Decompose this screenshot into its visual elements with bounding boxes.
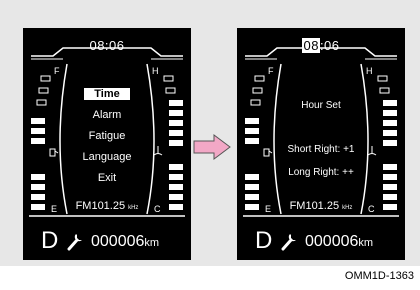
clock: 08:06 bbox=[89, 38, 125, 53]
clock: 08:06 bbox=[237, 38, 405, 53]
menu-item-fatigue[interactable]: Fatigue bbox=[23, 126, 191, 147]
figure-panel: 08:06 F E H C Time Alarm Fatigue Languag… bbox=[0, 0, 420, 266]
temp-hot-label: H bbox=[366, 66, 373, 76]
clock-hour-highlighted: 08 bbox=[302, 38, 320, 53]
fuel-full-label: F bbox=[268, 66, 274, 76]
menu-item-exit[interactable]: Exit bbox=[23, 168, 191, 189]
temp-hot-label: H bbox=[152, 66, 159, 76]
menu-item-alarm[interactable]: Alarm bbox=[23, 105, 191, 126]
settings-menu: Time Alarm Fatigue Language Exit bbox=[23, 84, 191, 189]
long-right-instruction: Long Right: ++ bbox=[288, 167, 354, 178]
menu-item-time[interactable]: Time bbox=[23, 84, 191, 105]
figure-code: OMM1D-1363 bbox=[344, 270, 414, 282]
fuel-full-label: F bbox=[54, 66, 60, 76]
right-arrow-icon bbox=[193, 134, 231, 160]
clock-minutes: :06 bbox=[319, 38, 340, 53]
cluster-display-menu: 08:06 F E H C Time Alarm Fatigue Languag… bbox=[23, 28, 191, 260]
gear-indicator: D bbox=[255, 227, 273, 254]
radio-frequency: FM101.25 kHz bbox=[289, 200, 353, 212]
radio-frequency: FM101.25 kHz bbox=[75, 200, 139, 212]
temp-gauge-bars bbox=[377, 75, 397, 210]
wrench-icon bbox=[281, 234, 296, 251]
wrench-icon bbox=[67, 234, 82, 251]
fuel-gauge-bars bbox=[245, 75, 265, 210]
status-bar: D 000006km bbox=[23, 223, 191, 260]
cluster-display-hour-set: 08:06 F E H C Hour Set Short Right: +1 L… bbox=[237, 28, 405, 260]
odometer: 000006km bbox=[91, 233, 160, 250]
gear-indicator: D bbox=[41, 227, 59, 254]
odometer: 000006km bbox=[305, 233, 374, 250]
hour-set-title: Hour Set bbox=[301, 100, 341, 111]
status-bar: D 000006km bbox=[237, 223, 405, 260]
menu-item-language[interactable]: Language bbox=[23, 147, 191, 168]
short-right-instruction: Short Right: +1 bbox=[287, 144, 355, 155]
